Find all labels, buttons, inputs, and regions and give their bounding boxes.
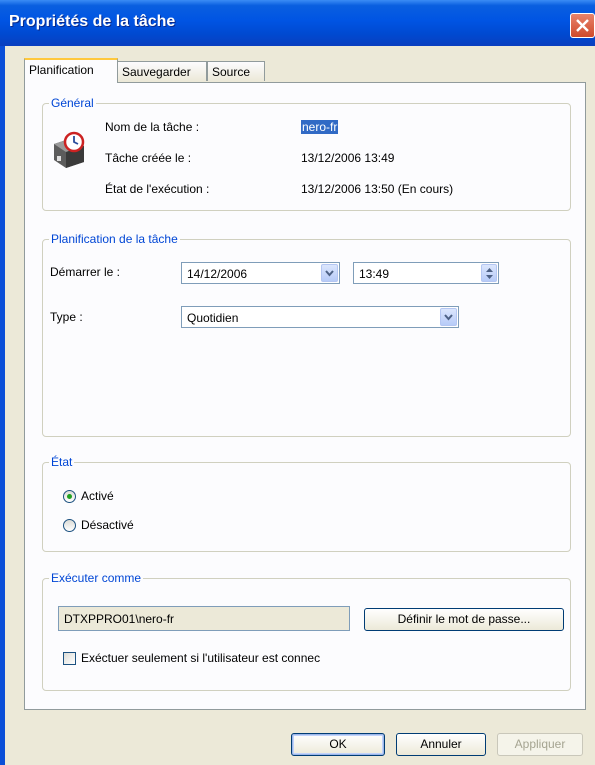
only-if-logged-on-label[interactable]: Exéctuer seulement si l'utilisateur est … [81, 651, 320, 665]
schedule-type-select[interactable]: Quotidien [181, 306, 459, 328]
disabled-label[interactable]: Désactivé [81, 518, 134, 532]
execution-state-value: 13/12/2006 13:50 (En cours) [301, 182, 454, 196]
start-date-picker[interactable]: 14/12/2006 [181, 262, 340, 284]
close-button[interactable] [570, 13, 595, 38]
start-date-dropdown-button[interactable] [321, 264, 338, 282]
task-created-value: 13/12/2006 13:49 [301, 151, 395, 165]
state-group: État Activé Désactivé [42, 455, 571, 552]
only-if-logged-on-checkbox[interactable] [63, 652, 76, 665]
cancel-button[interactable]: Annuler [396, 733, 486, 756]
type-label: Type : [50, 310, 83, 324]
apply-button[interactable]: Appliquer [497, 733, 583, 756]
task-name-value[interactable]: nero-fr [301, 120, 339, 134]
start-time-value: 13:49 [359, 267, 390, 281]
general-legend: Général [49, 96, 96, 110]
tab-planification[interactable]: Planification [24, 58, 118, 83]
window-border [0, 46, 5, 765]
task-created-label: Tâche créée le : [105, 151, 192, 165]
title-bar[interactable]: Propriétés de la tâche [0, 0, 595, 46]
set-password-button[interactable]: Définir le mot de passe... [364, 608, 564, 631]
window-title: Propriétés de la tâche [9, 13, 176, 30]
run-as-account-value: DTXPPRO01\nero-fr [64, 612, 175, 626]
enabled-label[interactable]: Activé [81, 489, 114, 503]
run-as-account-field[interactable]: DTXPPRO01\nero-fr [58, 606, 350, 631]
close-icon [576, 19, 589, 32]
tab-sauvegarder[interactable]: Sauvegarder [117, 61, 207, 81]
run-as-group: Exécuter comme DTXPPRO01\nero-fr Définir… [42, 571, 571, 691]
chevron-down-icon [325, 270, 334, 277]
schedule-type-value: Quotidien [187, 311, 239, 325]
schedule-legend: Planification de la tâche [49, 232, 180, 246]
state-legend: État [49, 455, 75, 469]
execution-state-label: État de l'exécution : [105, 182, 210, 196]
scheduled-task-icon [54, 131, 85, 168]
run-as-legend: Exécuter comme [49, 571, 144, 585]
start-date-label: Démarrer le : [50, 265, 121, 279]
general-group: Général Nom de la tâche : nero-fr Tâche … [42, 96, 571, 211]
ok-button[interactable]: OK [291, 733, 385, 756]
task-name-label: Nom de la tâche : [105, 120, 200, 134]
start-time-spin-buttons[interactable] [481, 264, 497, 282]
task-properties-dialog: Propriétés de la tâche Planification Sau… [0, 0, 595, 765]
tab-panel-planification: Général Nom de la tâche : nero-fr Tâche … [24, 82, 586, 710]
tab-source[interactable]: Source [207, 61, 265, 81]
schedule-type-dropdown-button[interactable] [440, 308, 457, 326]
disabled-radio[interactable] [63, 519, 76, 532]
start-time-spinner[interactable]: 13:49 [353, 262, 499, 284]
spin-arrows-icon [486, 268, 493, 279]
schedule-group: Planification de la tâche Démarrer le : … [42, 232, 571, 437]
chevron-down-icon [444, 314, 453, 321]
start-date-value: 14/12/2006 [187, 267, 248, 281]
enabled-radio[interactable] [63, 490, 76, 503]
